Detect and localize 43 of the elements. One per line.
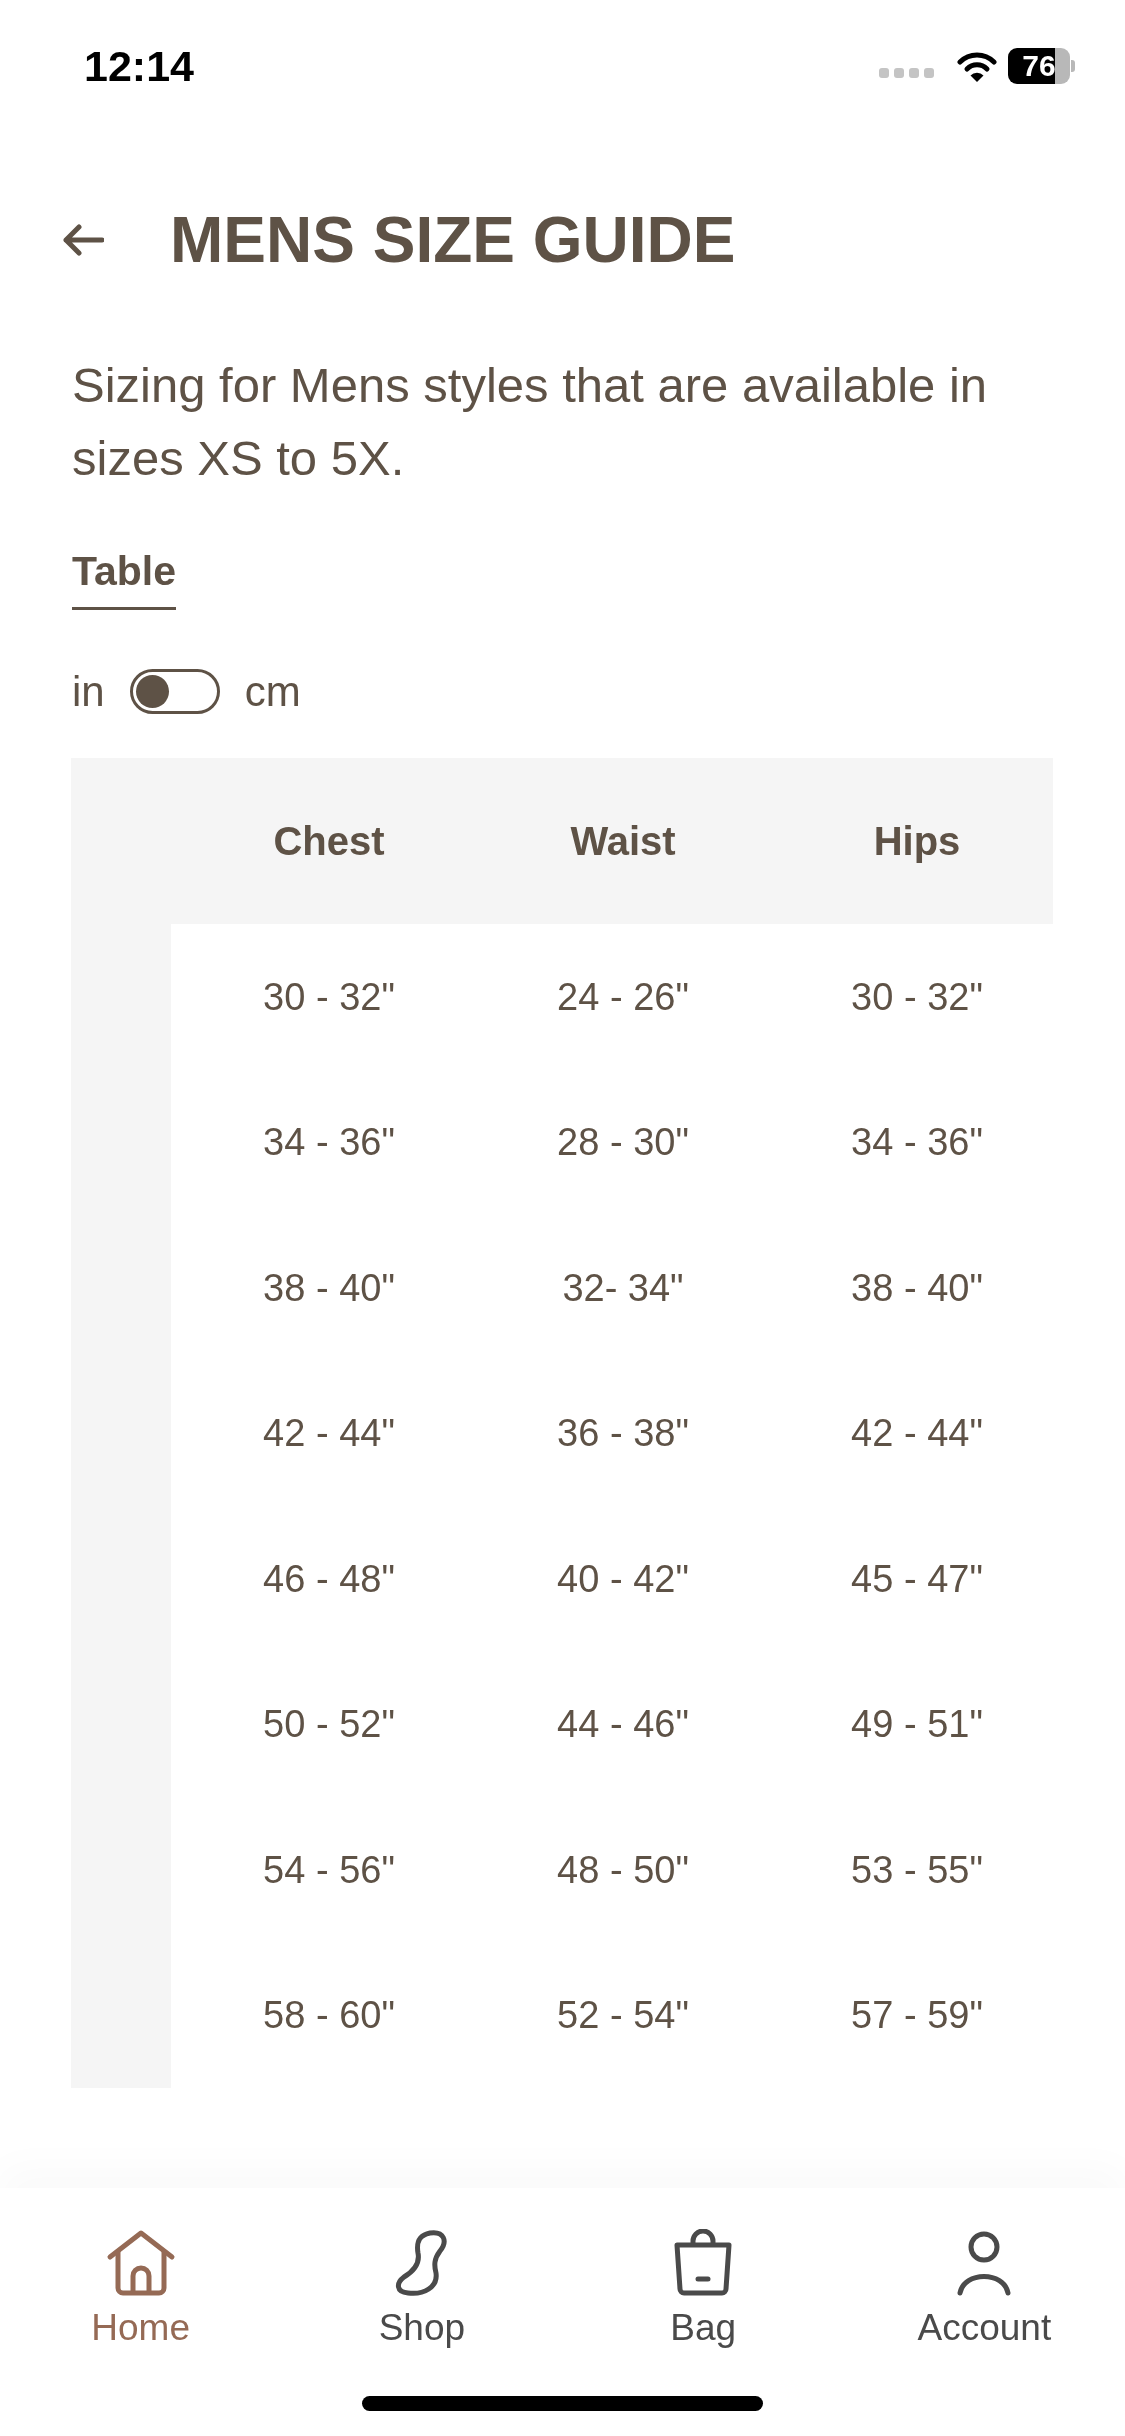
nav-tab[interactable]: Shop (281, 2229, 563, 2350)
table-cell-text: 34 - 36" (850, 1120, 984, 1166)
view-tab[interactable]: Table (72, 545, 177, 610)
battery-indicator: 76 (1008, 48, 1075, 84)
nav-tab[interactable]: Account (843, 2229, 1125, 2350)
table-cell-text: 24 - 26" (556, 974, 690, 1020)
table-cell-text: 32- 34" (561, 1265, 685, 1311)
table-cell-text: 36 - 38" (556, 1411, 690, 1457)
back-arrow-icon[interactable] (62, 224, 104, 256)
description-text: Sizing for Mens styles that are available in sizes XS to 5X. (72, 357, 989, 487)
nav-tab[interactable]: Bag (562, 2229, 844, 2350)
table-cell-text: 54 - 56" (262, 1847, 396, 1893)
table-cell-text: 44 - 46" (556, 1702, 690, 1748)
status-time: 12:14 (84, 41, 194, 91)
table-cell-text: 45 - 47" (850, 1556, 984, 1602)
table-cell-text: 49 - 51" (850, 1702, 984, 1748)
table-cell-text: 48 - 50" (556, 1847, 690, 1893)
table-cell-text: 42 - 44" (850, 1411, 984, 1457)
page-title: MENS SIZE GUIDE (170, 203, 736, 278)
table-cell-text: 53 - 55" (850, 1847, 984, 1893)
signal-icon (879, 68, 934, 78)
table-cell-text: 57 - 59" (850, 1993, 984, 2039)
table-cell-text: 40 - 42" (556, 1556, 690, 1602)
table-cell-text: 34 - 36" (262, 1120, 396, 1166)
table-cell-text: 52 - 54" (556, 1993, 690, 2039)
table-cell-text: 30 - 32" (262, 974, 396, 1020)
nav-tab[interactable]: Home (0, 2229, 282, 2350)
table-cell-text: 28 - 30" (556, 1120, 690, 1166)
table-cell-text: 38 - 40" (262, 1265, 396, 1311)
table-cell-text: 46 - 48" (262, 1556, 396, 1602)
column-header: Chest (272, 818, 386, 865)
table-cell-text: 50 - 52" (262, 1702, 396, 1748)
home-icon (104, 2229, 177, 2297)
table-cell-text: 38 - 40" (850, 1265, 984, 1311)
table-cell-text: 42 - 44" (262, 1411, 396, 1457)
unit-toggle[interactable] (129, 669, 220, 714)
wifi-icon (957, 50, 997, 82)
column-header: Waist (569, 818, 677, 865)
table-cell-text: 30 - 32" (850, 974, 984, 1020)
column-header: Hips (872, 818, 962, 865)
table-cell-text: 58 - 60" (262, 1993, 396, 2039)
unit-label: cm (244, 669, 301, 714)
unit-label: in (72, 669, 105, 714)
